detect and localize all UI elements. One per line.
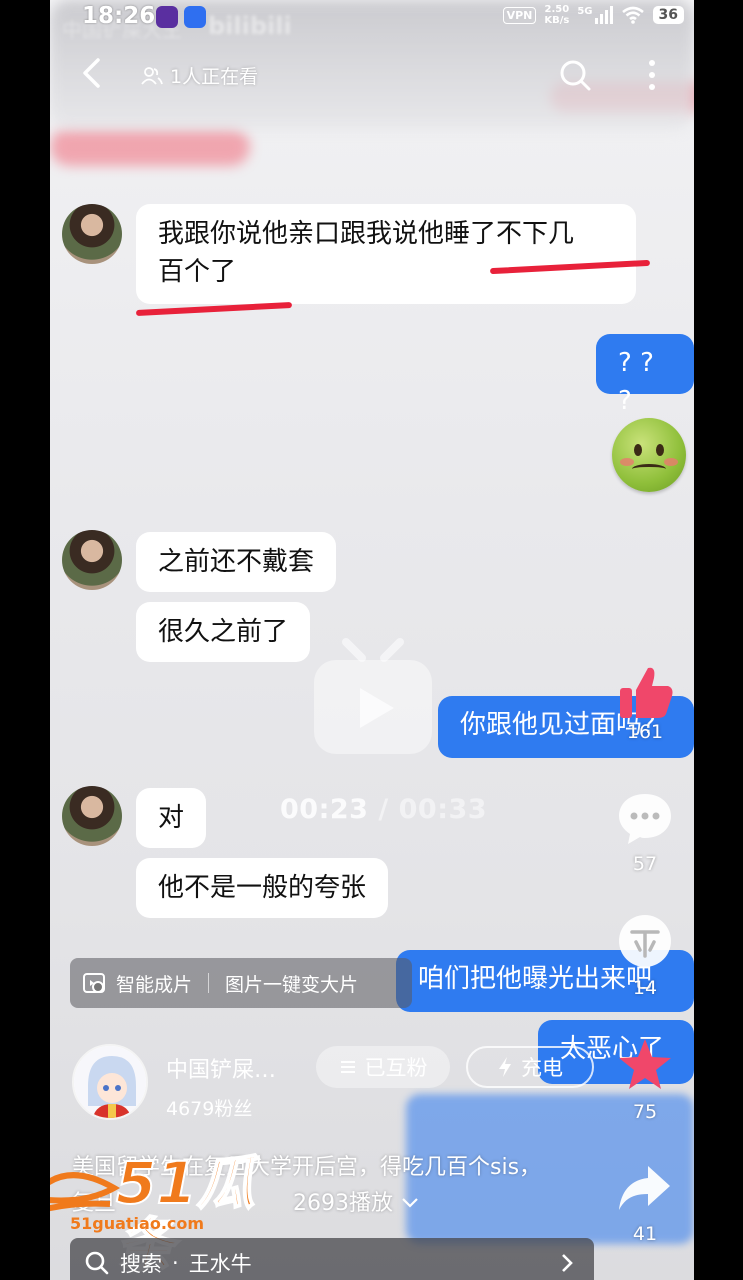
search-icon [85, 1251, 109, 1275]
coin-icon[interactable] [616, 912, 674, 970]
chat-line: 百个了 [158, 257, 237, 287]
time-separator: / [368, 794, 399, 825]
video-timer: 00:23 / 00:33 [280, 794, 487, 825]
star-icon[interactable] [616, 1036, 674, 1094]
lightning-icon [499, 1057, 511, 1077]
site-watermark: 51瓜条 51guatiao.com [50, 1151, 300, 1277]
play-button-icon[interactable] [312, 636, 434, 756]
play-count: 2693播放 [293, 1191, 394, 1216]
red-underline [135, 301, 293, 317]
menu-lines-icon [340, 1061, 355, 1073]
comment-count: 57 [632, 853, 658, 875]
avatar [62, 204, 122, 264]
emoji-mouth [632, 464, 666, 474]
fan-count: 4679粉丝 [166, 1098, 253, 1120]
coin-action[interactable]: 14 [605, 912, 685, 999]
blurred-highlight [50, 128, 250, 166]
watermark-url: 51guatiao.com [70, 1214, 205, 1233]
author-name[interactable]: 中国铲屎… [166, 1052, 276, 1084]
thumbs-up-icon[interactable] [614, 662, 676, 722]
status-right: VPN 2.50 KB/s 5G 36 [502, 4, 684, 26]
smart-edit-chip[interactable]: 智能成片 图片一键变大片 [70, 958, 412, 1008]
signal-icon: 5G [577, 6, 613, 24]
favorite-count: 75 [632, 1101, 658, 1123]
back-arrow-icon[interactable] [76, 56, 110, 90]
video-header: 1人正在看 [50, 44, 694, 104]
network-type: 5G [577, 6, 593, 17]
bottom-search-bar[interactable]: 搜索 · 王水牛 [70, 1238, 594, 1280]
chat-bubble-incoming: 我跟你说他亲口跟我说他睡了不下几 百个了 [136, 204, 636, 304]
like-action[interactable]: 161 [605, 662, 685, 743]
search-icon[interactable] [558, 58, 592, 92]
chat-bubble-incoming: 他不是一般的夸张 [136, 858, 389, 918]
search-label: 搜索 [120, 1252, 162, 1276]
author-avatar[interactable] [72, 1044, 148, 1120]
speed-value: 2.50 [544, 4, 570, 15]
search-query: 王水牛 [188, 1252, 252, 1276]
people-icon [141, 66, 163, 85]
chevron-right-icon [562, 1254, 573, 1272]
comment-icon[interactable] [616, 790, 674, 846]
smart-cut-icon [83, 973, 105, 993]
mutual-follow-label: 已互粉 [364, 1056, 428, 1080]
more-options-icon[interactable] [644, 58, 660, 92]
like-count: 161 [626, 721, 664, 743]
divider [208, 973, 210, 993]
avatar [62, 786, 122, 846]
video-screen[interactable]: 中国铲屎大王 bilibili 18:26 VPN 2.50 KB/s 5G 3… [50, 0, 694, 1280]
chat-bubble-incoming: 之前还不戴套 [136, 532, 337, 592]
chat-line: 我跟你说他亲口跟我说他睡了不下几 [158, 219, 575, 249]
nauseated-face-emoji [612, 418, 686, 492]
chevron-down-icon[interactable] [400, 1196, 420, 1210]
mutual-follow-button[interactable]: 已互粉 [316, 1046, 450, 1088]
app-notification-icon [184, 6, 206, 28]
coin-count: 14 [632, 977, 658, 999]
charge-label: 充电 [521, 1056, 563, 1080]
viewer-count: 1人正在看 [140, 62, 258, 89]
emoji-cheek [664, 458, 678, 466]
app-notification-icon [156, 6, 178, 28]
emoji-eye [634, 444, 642, 456]
emoji-cheek [620, 458, 634, 466]
status-time: 18:26 [82, 3, 156, 29]
search-dot: · [172, 1251, 179, 1275]
wifi-icon [621, 6, 644, 24]
chat-bubble-incoming: 对 [136, 788, 207, 848]
avatar [62, 530, 122, 590]
smart-chip-label: 图片一键变大片 [225, 973, 359, 996]
network-speed: 2.50 KB/s [544, 4, 569, 26]
anime-avatar-image [74, 1046, 146, 1118]
chat-bubble-incoming: 很久之前了 [136, 602, 311, 662]
speed-unit: KB/s [544, 15, 570, 26]
battery-icon: 36 [652, 6, 684, 24]
emoji-eye [656, 444, 664, 456]
current-time: 00:23 [280, 794, 369, 825]
smart-chip-label: 智能成片 [116, 973, 193, 996]
favorite-action[interactable]: 75 [605, 1036, 685, 1123]
chat-bubble-outgoing: ? ? ? [596, 334, 694, 416]
share-count: 41 [632, 1223, 658, 1245]
total-time: 00:33 [398, 794, 488, 825]
charge-button[interactable]: 充电 [466, 1046, 594, 1088]
status-bar: 18:26 VPN 2.50 KB/s 5G 36 [50, 0, 694, 36]
comment-action[interactable]: 57 [605, 790, 685, 875]
vpn-badge: VPN [502, 6, 537, 24]
viewer-count-text: 1人正在看 [170, 66, 259, 88]
